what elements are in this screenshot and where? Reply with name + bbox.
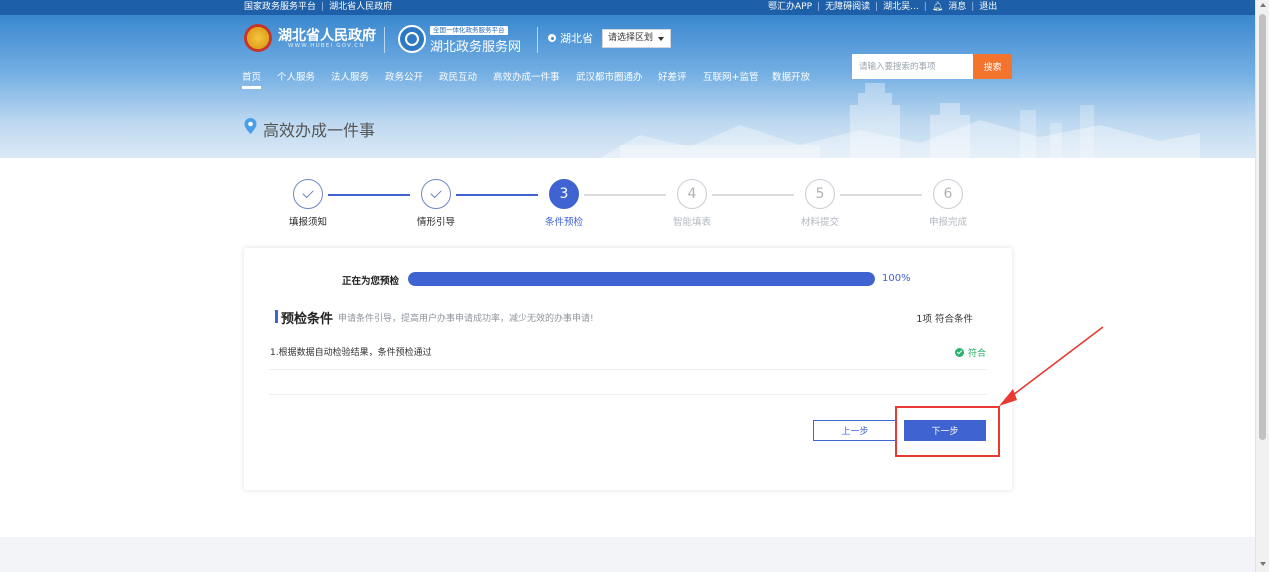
check-icon: [430, 186, 442, 199]
step-1: 填报须知: [278, 179, 338, 228]
search-button[interactable]: 搜索: [973, 54, 1012, 79]
topbar-link-logout[interactable]: 退出: [979, 0, 997, 15]
caret-down-icon: [658, 37, 664, 41]
condition-row: 1.根据数据自动检验结果，条件预检通过 符合: [269, 338, 987, 370]
prev-step-button[interactable]: 上一步: [813, 420, 897, 441]
step-2: 情形引导: [406, 179, 466, 228]
nav-item-supervision[interactable]: 互联网+监管: [703, 69, 772, 83]
step-label: 情形引导: [416, 217, 455, 228]
step-connector: [712, 194, 794, 196]
condition-status-text: 符合: [967, 349, 986, 359]
scroll-down-icon[interactable]: [1260, 562, 1266, 566]
step-circle: 5: [805, 179, 835, 209]
header-divider: [537, 27, 538, 53]
condition-status: 符合: [954, 346, 986, 359]
step-label: 填报须知: [288, 217, 327, 228]
section-title: 预检条件: [281, 312, 334, 327]
step-connector: [456, 194, 538, 196]
page-title: 高效办成一件事: [263, 121, 376, 140]
nav-item-open-data[interactable]: 数据开放: [772, 69, 832, 83]
topbar-link-app[interactable]: 鄂汇办APP: [768, 0, 812, 15]
nav-item-legal[interactable]: 法人服务: [331, 69, 385, 83]
nav-item-rating[interactable]: 好差评: [658, 69, 703, 83]
scrollbar[interactable]: [1255, 0, 1269, 572]
progress-percent: 100%: [882, 273, 911, 284]
nav-item-metro[interactable]: 武汉都市圈通办: [576, 69, 658, 83]
step-connector: [328, 194, 410, 196]
section-accent-bar: [275, 310, 278, 323]
page: 国家政务服务平台 | 湖北省人民政府 鄂汇办APP | 无障碍阅读 | 湖北吴.…: [0, 0, 1269, 572]
topbar-link-national[interactable]: 国家政务服务平台: [244, 0, 316, 15]
annotation-arrow-icon: [999, 326, 1104, 406]
scroll-up-icon[interactable]: [1260, 3, 1266, 7]
step-circle: 3: [549, 179, 579, 209]
main-nav: 首页 个人服务 法人服务 政务公开 政民互动 高效办成一件事 武汉都市圈通办 好…: [242, 69, 832, 89]
step-connector: [840, 194, 922, 196]
bell-icon[interactable]: 🔔︎: [932, 0, 943, 15]
service-logo[interactable]: [398, 25, 426, 53]
nav-item-one-thing[interactable]: 高效办成一件事: [493, 69, 576, 83]
topbar-link-provincial[interactable]: 湖北省人民政府: [329, 0, 392, 15]
step-label: 申报完成: [928, 217, 967, 228]
annotation-highlight-box: [895, 406, 1000, 457]
progress-label: 正在为您预检: [342, 276, 400, 287]
condition-text: 1.根据数据自动检验结果，条件预检通过: [270, 348, 432, 358]
step-label: 条件预检: [544, 217, 583, 228]
nav-item-public[interactable]: 政务公开: [385, 69, 439, 83]
step-indicator: 填报须知 情形引导 3 条件预检 4 智能填表 5 材料提交 6 申报完成: [280, 179, 980, 231]
search-input[interactable]: [852, 54, 973, 79]
progress-fill: [408, 272, 875, 286]
step-6: 6 申报完成: [918, 179, 978, 228]
step-5: 5 材料提交: [790, 179, 850, 228]
nav-item-interaction[interactable]: 政民互动: [439, 69, 493, 83]
check-icon: [302, 186, 314, 199]
header-banner: 湖北省人民政府 WWW.HUBEI.GOV.CN 全国一体化政务服务平台 湖北政…: [0, 15, 1255, 158]
region-label: 湖北省: [560, 32, 593, 45]
scrollbar-thumb[interactable]: [1259, 14, 1266, 440]
map-pin-icon: [244, 118, 257, 134]
topbar-link-messages[interactable]: 消息: [948, 0, 966, 15]
condition-count: 1项 符合条件: [916, 314, 973, 325]
header-divider: [384, 27, 385, 53]
location-icon: [548, 34, 556, 42]
service-title[interactable]: 湖北政务服务网: [430, 36, 521, 55]
step-circle: 4: [677, 179, 707, 209]
skyline-illustration: [600, 83, 1200, 158]
national-emblem-logo[interactable]: [244, 24, 272, 52]
top-bar: 国家政务服务平台 | 湖北省人民政府 鄂汇办APP | 无障碍阅读 | 湖北吴.…: [0, 0, 1255, 15]
step-circle: 6: [933, 179, 963, 209]
region-select-value: 请选择区划: [608, 33, 654, 43]
progress-bar: [408, 272, 875, 286]
step-label: 材料提交: [800, 217, 839, 228]
step-label: 智能填表: [672, 217, 711, 228]
footer-band: [0, 537, 1255, 572]
step-4: 4 智能填表: [662, 179, 722, 228]
step-connector: [584, 194, 666, 196]
nav-item-home[interactable]: 首页: [242, 69, 277, 89]
region-select[interactable]: 请选择区划: [602, 29, 671, 48]
nav-item-personal[interactable]: 个人服务: [277, 69, 331, 83]
service-badge: 全国一体化政务服务平台: [430, 26, 508, 35]
step-circle: [421, 179, 451, 209]
card-divider: [269, 394, 987, 395]
section-description: 申请条件引导，提高用户办事申请成功率，减少无效的办事申请!: [338, 314, 594, 324]
gov-title[interactable]: 湖北省人民政府: [278, 25, 376, 45]
check-circle-icon: [954, 348, 964, 357]
topbar-link-accessibility[interactable]: 无障碍阅读: [825, 0, 870, 15]
gov-url: WWW.HUBEI.GOV.CN: [288, 43, 365, 49]
step-circle: [293, 179, 323, 209]
step-3: 3 条件预检: [534, 179, 594, 228]
topbar-user-name[interactable]: 湖北吴...: [883, 0, 919, 15]
